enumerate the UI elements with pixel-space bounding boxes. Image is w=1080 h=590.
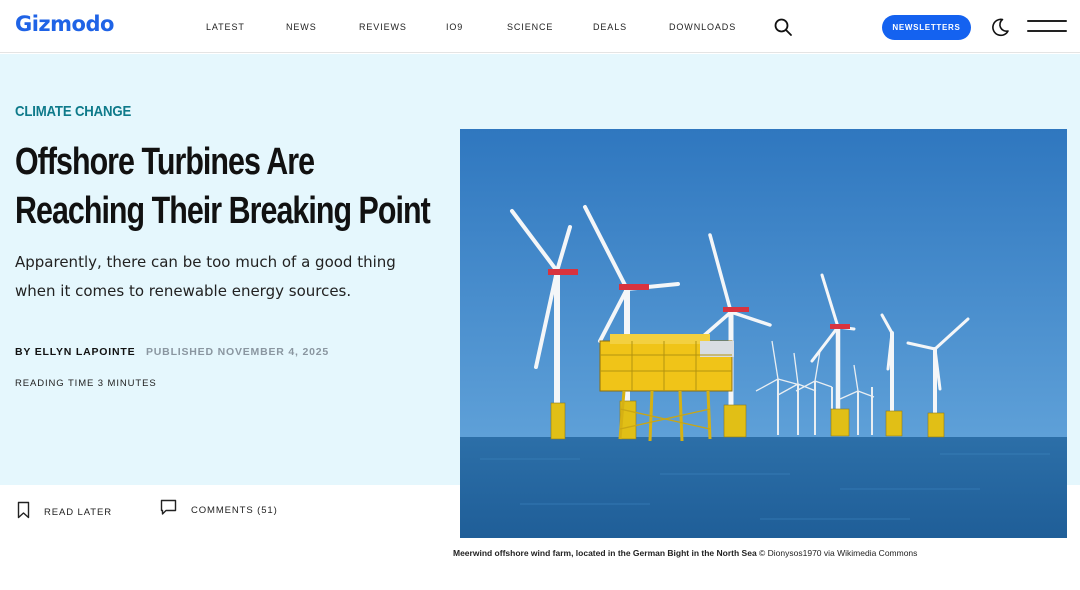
byline: BY ELLYN LAPOINTE: [15, 346, 135, 358]
author-link[interactable]: ELLYN LAPOINTE: [35, 346, 136, 358]
nav-downloads[interactable]: DOWNLOADS: [669, 22, 736, 32]
caption-credit: © Dionysos1970 via Wikimedia Commons: [756, 548, 918, 558]
byline-prefix: BY: [15, 346, 31, 358]
nav-science[interactable]: SCIENCE: [507, 22, 553, 32]
newsletters-button[interactable]: NEWSLETTERS: [882, 15, 971, 40]
dek-line-1: Apparently, there can be too much of a g…: [15, 253, 396, 271]
nav-deals[interactable]: DEALS: [593, 22, 627, 32]
reading-time: READING TIME 3 MINUTES: [15, 378, 157, 389]
site-header: Gizmodo LATEST NEWS REVIEWS IO9 SCIENCE …: [0, 0, 1080, 53]
hamburger-menu-icon[interactable]: [1027, 18, 1069, 34]
nav-news[interactable]: NEWS: [286, 22, 317, 32]
bookmark-icon: [17, 501, 30, 524]
image-caption: Meerwind offshore wind farm, located in …: [453, 548, 917, 558]
comments-label: COMMENTS (51): [191, 504, 278, 516]
article-dek: Apparently, there can be too much of a g…: [15, 248, 435, 306]
title-line-2: Reaching Their Breaking Point: [15, 190, 431, 232]
moon-icon[interactable]: [989, 16, 1011, 38]
nav-io9[interactable]: IO9: [446, 22, 463, 32]
read-later-button[interactable]: READ LATER: [17, 501, 112, 524]
article-title: Offshore Turbines Are Reaching Their Bre…: [15, 138, 431, 236]
category-link[interactable]: CLIMATE CHANGE: [15, 103, 131, 120]
read-later-label: READ LATER: [44, 506, 112, 518]
comments-button[interactable]: COMMENTS (51): [160, 499, 278, 521]
search-icon[interactable]: [773, 17, 793, 37]
comment-icon: [160, 499, 177, 521]
caption-text: Meerwind offshore wind farm, located in …: [453, 548, 757, 558]
nav-reviews[interactable]: REVIEWS: [359, 22, 407, 32]
title-line-1: Offshore Turbines Are: [15, 141, 315, 183]
hero-image: [460, 129, 1067, 538]
published-date: PUBLISHED NOVEMBER 4, 2025: [146, 346, 330, 358]
nav-latest[interactable]: LATEST: [206, 22, 245, 32]
dek-line-2: when it comes to renewable energy source…: [15, 282, 352, 300]
